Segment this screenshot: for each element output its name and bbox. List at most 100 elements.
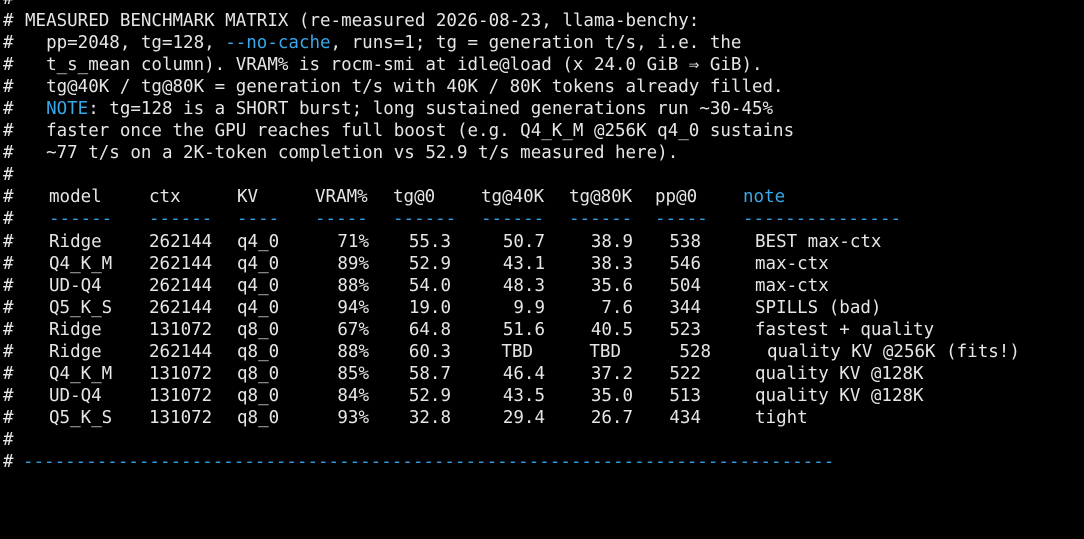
table-cell-vram-: 93% (337, 407, 369, 428)
table-row: # Q5_K_S 131072 q8_0 93% 32.8 29.4 26.7 434 tight (3, 407, 1084, 429)
column-underline: ------ (393, 209, 457, 230)
table-cell-model: Q4_K_M (49, 253, 113, 274)
comment-hash: # (3, 319, 14, 340)
table-cell-tg-40k: 43.5 (502, 385, 545, 406)
table-cell-ctx: 262144 (149, 253, 213, 274)
table-cell-kv: q4_0 (237, 253, 280, 274)
table-cell-tg-40k: 46.4 (502, 363, 545, 384)
table-cell-note: tight (755, 407, 808, 428)
table-cell-ctx: 131072 (149, 385, 213, 406)
table-cell-ctx: 262144 (149, 231, 213, 252)
highlight-token: NOTE (46, 99, 89, 120)
separator-dashes: ----------------------------------------… (23, 451, 835, 472)
text-segment: : tg=128 is a SHORT burst; long sustaine… (88, 99, 774, 120)
table-cell-pp-0: 523 (669, 319, 701, 340)
blank-comment-line: # (3, 429, 1084, 451)
table-cell-note: BEST max-ctx (755, 231, 882, 252)
table-cell-pp-0: 528 (679, 341, 711, 362)
table-cell-tg-0: 58.7 (408, 363, 451, 384)
table-cell-pp-0: 434 (669, 407, 701, 428)
column-header-vram-: VRAM% (315, 187, 368, 208)
column-header-ctx: ctx (149, 187, 181, 208)
table-cell-model: Q5_K_S (49, 407, 113, 428)
table-cell-vram-: 84% (337, 385, 369, 406)
comment-hash: # (3, 165, 14, 186)
comment-hash: # (3, 0, 14, 10)
comment-hash: # (3, 143, 14, 164)
column-underline: --------------- (743, 209, 902, 230)
table-cell-vram-: 89% (337, 253, 369, 274)
header-text: faster once the GPU reaches full boost (… (25, 120, 794, 142)
comment-hash: # (3, 385, 14, 406)
table-row: # Q4_K_M 131072 q8_0 85% 58.7 46.4 37.2 522 quali… (3, 363, 1084, 385)
table-cell-model: UD-Q4 (49, 275, 102, 296)
column-header-tg-0: tg@0 (393, 187, 436, 208)
table-cell-note: quality KV @256K (fits!) (767, 341, 1020, 362)
table-cell-kv: q4_0 (237, 297, 280, 318)
highlight-token: --no-cache (225, 33, 331, 54)
blank-comment-line: # (3, 164, 1084, 186)
column-header-pp-0: pp@0 (655, 187, 698, 208)
table-cell-pp-0: 546 (669, 253, 701, 274)
text-segment: MEASURED BENCHMARK MATRIX (re-measured 2… (25, 11, 700, 32)
comment-hash: # (3, 11, 14, 32)
table-cell-tg-80k: TBD (589, 341, 621, 362)
table-cell-kv: q8_0 (237, 341, 280, 362)
table-row: # Ridge 131072 q8_0 67% 64.8 51.6 40.5 523 fastes… (3, 319, 1084, 341)
table-cell-tg-40k: 48.3 (502, 275, 545, 296)
table-cell-tg-0: 64.8 (408, 319, 451, 340)
comment-hash: # (3, 341, 14, 362)
table-cell-tg-40k: 51.6 (502, 319, 545, 340)
table-cell-vram-: 88% (337, 275, 369, 296)
table-row: # Ridge 262144 q8_0 88% 60.3 TBD TBD 528 quality … (3, 341, 1084, 363)
table-cell-kv: q8_0 (237, 363, 280, 384)
text-segment: faster once the GPU reaches full boost (… (25, 121, 795, 142)
comment-hash: # (3, 407, 14, 428)
table-cell-tg-0: 60.3 (408, 341, 451, 362)
table-cell-ctx: 131072 (149, 319, 213, 340)
table-cell-tg-80k: 40.5 (590, 319, 633, 340)
header-line: # MEASURED BENCHMARK MATRIX (re-measured … (3, 10, 1084, 32)
table-cell-vram-: 94% (337, 297, 369, 318)
table-row: # Ridge 262144 q4_0 71% 55.3 50.7 38.9 538 BEST m… (3, 231, 1084, 253)
table-cell-note: max-ctx (755, 253, 829, 274)
table-cell-tg-40k: 29.4 (502, 407, 545, 428)
text-segment: ~77 t/s on a 2K-token completion vs 52.9… (25, 143, 679, 164)
terminal-output: # --------------------------------------… (3, 0, 1084, 472)
header-comment-block: # MEASURED BENCHMARK MATRIX (re-measured … (3, 10, 1084, 164)
column-underline: ---- (237, 209, 280, 230)
table-cell-vram-: 67% (337, 319, 369, 340)
table-cell-kv: q8_0 (237, 385, 280, 406)
table-header-row: # model ctx KV VRAM% tg@0 tg@40K tg@80K pp@0 not… (3, 186, 1084, 208)
column-underline: ------ (569, 209, 633, 230)
table-cell-tg-40k: TBD (501, 341, 533, 362)
table-body: # Ridge 262144 q4_0 71% 55.3 50.7 38.9 538 BEST m… (3, 231, 1084, 429)
text-segment: tg@40K / tg@80K = generation t/s with 40… (25, 77, 784, 98)
table-cell-ctx: 131072 (149, 363, 213, 384)
table-cell-tg-80k: 7.6 (601, 297, 633, 318)
table-row: # UD-Q4 262144 q4_0 88% 54.0 48.3 35.6 504 max-ct… (3, 275, 1084, 297)
table-cell-ctx: 262144 (149, 297, 213, 318)
comment-hash: # (3, 297, 14, 318)
header-text: ~77 t/s on a 2K-token completion vs 52.9… (25, 142, 678, 164)
table-row: # Q4_K_M 262144 q4_0 89% 52.9 43.1 38.3 546 max-c… (3, 253, 1084, 275)
column-header-model: model (49, 187, 102, 208)
table-cell-ctx: 262144 (149, 341, 213, 362)
table-cell-tg-40k: 9.9 (513, 297, 545, 318)
table-cell-tg-80k: 26.7 (590, 407, 633, 428)
separator-line-top: # --------------------------------------… (3, 0, 1084, 10)
text-segment: pp=2048, tg=128, (25, 33, 226, 54)
comment-hash: # (3, 99, 14, 120)
table-row: # Q5_K_S 262144 q4_0 94% 19.0 9.9 7.6 344 SPILLS … (3, 297, 1084, 319)
column-header-tg-80k: tg@80K (569, 187, 633, 208)
table-cell-tg-40k: 43.1 (502, 253, 545, 274)
header-text: t_s_mean column). VRAM% is rocm-smi at i… (25, 54, 762, 76)
table-cell-kv: q4_0 (237, 231, 280, 252)
table-cell-tg-0: 54.0 (408, 275, 451, 296)
table-cell-vram-: 71% (337, 231, 369, 252)
comment-hash: # (3, 451, 14, 472)
table-cell-tg-0: 52.9 (408, 385, 451, 406)
table-cell-model: Ridge (49, 231, 102, 252)
comment-hash: # (3, 55, 14, 76)
separator-line-bottom: # --------------------------------------… (3, 451, 1084, 473)
